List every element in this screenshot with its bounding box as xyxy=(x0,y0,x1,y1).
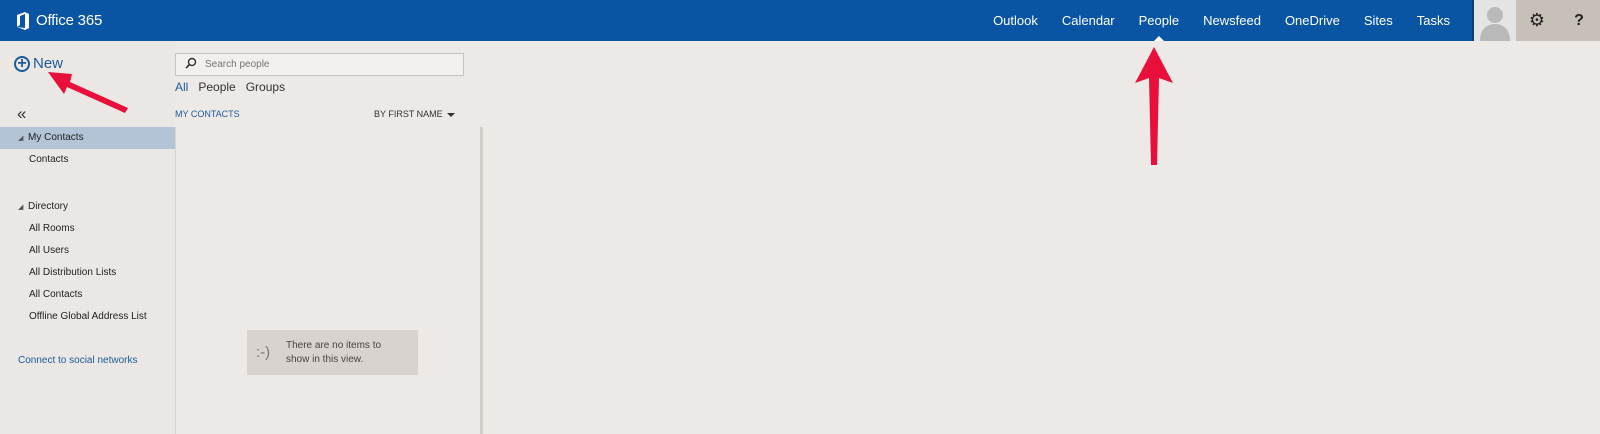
folder-label: All Rooms xyxy=(29,223,75,234)
folder-all-rooms[interactable]: All Rooms xyxy=(0,218,175,240)
settings-button[interactable]: ⚙ xyxy=(1516,0,1558,41)
collapse-nav-button[interactable]: « xyxy=(17,104,26,124)
folder-contacts[interactable]: Contacts xyxy=(0,149,175,171)
avatar[interactable] xyxy=(1472,0,1516,41)
filter-all[interactable]: All xyxy=(175,80,188,94)
connect-social-networks-link[interactable]: Connect to social networks xyxy=(18,355,138,366)
nav-people[interactable]: People xyxy=(1139,0,1179,41)
nav-newsfeed[interactable]: Newsfeed xyxy=(1203,0,1261,41)
filter-groups[interactable]: Groups xyxy=(246,80,285,94)
help-icon: ? xyxy=(1574,11,1584,29)
folder-label: Contacts xyxy=(29,154,69,165)
nav-onedrive[interactable]: OneDrive xyxy=(1285,0,1340,41)
nav-sites[interactable]: Sites xyxy=(1364,0,1393,41)
plus-circle-icon: + xyxy=(14,55,30,72)
folder-all-contacts[interactable]: All Contacts xyxy=(0,284,175,306)
top-bar: Office 365 Outlook Calendar People Newsf… xyxy=(0,0,1600,41)
filter-tabs: All People Groups xyxy=(175,80,295,94)
office-365-brand[interactable]: Office 365 xyxy=(16,0,102,41)
pane-splitter[interactable] xyxy=(480,127,483,434)
folder-label: My Contacts xyxy=(28,132,84,143)
empty-message: There are no items to show in this view. xyxy=(286,339,382,365)
nav-calendar[interactable]: Calendar xyxy=(1062,0,1115,41)
folder-directory[interactable]: ◢ Directory xyxy=(0,196,175,218)
empty-state: :-) There are no items to show in this v… xyxy=(247,330,418,375)
folder-label: Offline Global Address List xyxy=(29,311,147,322)
annotation-arrow-new xyxy=(48,72,128,113)
folder-label: All Distribution Lists xyxy=(29,267,117,278)
gear-icon: ⚙ xyxy=(1528,10,1546,30)
nav-tasks[interactable]: Tasks xyxy=(1417,0,1450,41)
folder-my-contacts[interactable]: ◢ My Contacts xyxy=(0,127,175,149)
folder-all-distribution-lists[interactable]: All Distribution Lists xyxy=(0,262,175,284)
office-logo-icon xyxy=(17,11,29,30)
user-silhouette-icon xyxy=(1474,0,1516,41)
search-input[interactable] xyxy=(203,58,447,71)
folder-offline-global-address-list[interactable]: Offline Global Address List xyxy=(0,306,175,328)
search-icon xyxy=(185,57,199,72)
search-box[interactable] xyxy=(175,53,464,76)
nav-outlook[interactable]: Outlook xyxy=(993,0,1038,41)
sort-dropdown[interactable]: BY FIRST NAME xyxy=(374,109,455,119)
list-header: MY CONTACTS xyxy=(175,109,240,119)
help-button[interactable]: ? xyxy=(1558,0,1600,41)
chevron-down-icon xyxy=(446,112,455,117)
folder-label: All Contacts xyxy=(29,289,83,300)
top-nav: Outlook Calendar People Newsfeed OneDriv… xyxy=(969,0,1450,41)
expand-triangle-icon: ◢ xyxy=(18,204,24,211)
folder-label: Directory xyxy=(28,201,69,212)
contact-list-pane xyxy=(175,127,481,434)
folder-label: All Users xyxy=(29,245,70,256)
sort-label: BY FIRST NAME xyxy=(374,109,443,119)
empty-face-icon: :-) xyxy=(256,344,271,361)
app-title: Office 365 xyxy=(36,12,103,29)
expand-triangle-icon: ◢ xyxy=(18,135,24,142)
filter-people[interactable]: People xyxy=(198,80,235,94)
annotation-arrow-people xyxy=(1135,47,1173,165)
folder-all-users[interactable]: All Users xyxy=(0,240,175,262)
